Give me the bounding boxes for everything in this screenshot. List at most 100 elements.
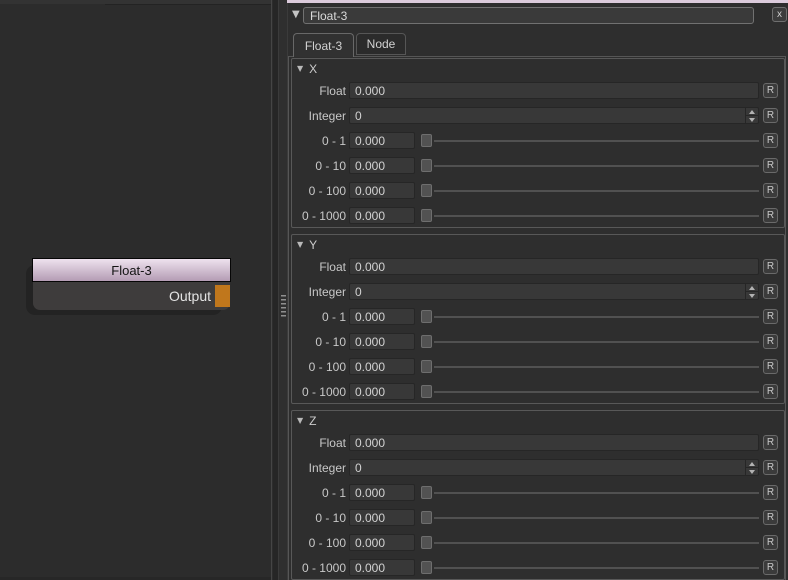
spinner-up-icon[interactable] xyxy=(746,460,758,467)
section-x-header[interactable]: ▼ X xyxy=(292,59,784,78)
slider-handle[interactable] xyxy=(421,310,432,323)
reset-button[interactable]: R xyxy=(763,133,778,148)
collapse-icon[interactable]: ▼ xyxy=(297,417,303,425)
slider-track[interactable] xyxy=(434,517,759,519)
spinner-down-icon[interactable] xyxy=(746,292,758,299)
reset-button[interactable]: R xyxy=(763,359,778,374)
slider-handle[interactable] xyxy=(421,536,432,549)
slider-value-input[interactable]: 0.000 xyxy=(349,182,415,199)
slider[interactable] xyxy=(421,132,759,149)
slider-value-input[interactable]: 0.000 xyxy=(349,358,415,375)
slider-value-input[interactable]: 0.000 xyxy=(349,132,415,149)
slider-value-input[interactable]: 0.000 xyxy=(349,207,415,224)
integer-label: Integer xyxy=(292,285,346,299)
slider[interactable] xyxy=(421,484,759,501)
reset-button[interactable]: R xyxy=(763,158,778,173)
node-name-input[interactable] xyxy=(303,7,754,24)
node-graph-canvas[interactable]: Float-3 Output xyxy=(0,0,272,580)
slider-handle[interactable] xyxy=(421,335,432,348)
slider-handle[interactable] xyxy=(421,159,432,172)
reset-button[interactable]: R xyxy=(763,384,778,399)
slider-value: 0.000 xyxy=(355,335,385,349)
slider-track[interactable] xyxy=(434,366,759,368)
reset-button[interactable]: R xyxy=(763,435,778,450)
splitter-grip-icon[interactable] xyxy=(281,295,286,318)
spinner-up-icon[interactable] xyxy=(746,284,758,291)
integer-input[interactable]: 0 xyxy=(349,283,759,300)
slider-track[interactable] xyxy=(434,492,759,494)
reset-button[interactable]: R xyxy=(763,183,778,198)
slider[interactable] xyxy=(421,534,759,551)
section-y-header[interactable]: ▼ Y xyxy=(292,235,784,254)
slider-track[interactable] xyxy=(434,542,759,544)
integer-input[interactable]: 0 xyxy=(349,459,759,476)
reset-button[interactable]: R xyxy=(763,108,778,123)
slider-value-input[interactable]: 0.000 xyxy=(349,308,415,325)
node-title-bar[interactable]: Float-3 xyxy=(32,258,231,282)
slider-track[interactable] xyxy=(434,341,759,343)
reset-button[interactable]: R xyxy=(763,510,778,525)
slider-track[interactable] xyxy=(434,567,759,569)
slider[interactable] xyxy=(421,559,759,576)
collapse-icon[interactable]: ▼ xyxy=(297,65,303,73)
reset-button[interactable]: R xyxy=(763,334,778,349)
slider[interactable] xyxy=(421,157,759,174)
float-input[interactable]: 0.000 xyxy=(349,258,759,275)
collapse-icon[interactable]: ▼ xyxy=(297,241,303,249)
integer-input[interactable]: 0 xyxy=(349,107,759,124)
slider-track[interactable] xyxy=(434,190,759,192)
spinner-up-icon[interactable] xyxy=(746,108,758,115)
slider-value-input[interactable]: 0.000 xyxy=(349,333,415,350)
slider-track[interactable] xyxy=(434,215,759,217)
slider-value-input[interactable]: 0.000 xyxy=(349,559,415,576)
tab-node[interactable]: Node xyxy=(356,33,406,55)
reset-button[interactable]: R xyxy=(763,535,778,550)
float-input[interactable]: 0.000 xyxy=(349,82,759,99)
output-port[interactable] xyxy=(215,285,230,307)
slider-value: 0.000 xyxy=(355,159,385,173)
slider-handle[interactable] xyxy=(421,385,432,398)
slider-value-input[interactable]: 0.000 xyxy=(349,509,415,526)
float-input[interactable]: 0.000 xyxy=(349,434,759,451)
reset-button[interactable]: R xyxy=(763,460,778,475)
slider-handle[interactable] xyxy=(421,511,432,524)
slider-handle[interactable] xyxy=(421,134,432,147)
panel-collapse-icon[interactable]: ▼ xyxy=(292,10,300,20)
slider-value-input[interactable]: 0.000 xyxy=(349,383,415,400)
spinner-down-icon[interactable] xyxy=(746,116,758,123)
node-output-row[interactable]: Output xyxy=(33,282,230,310)
slider-track[interactable] xyxy=(434,316,759,318)
slider[interactable] xyxy=(421,308,759,325)
slider[interactable] xyxy=(421,358,759,375)
slider-handle[interactable] xyxy=(421,360,432,373)
section-y: ▼ Y Float 0.000 R Integer 0 xyxy=(291,234,785,404)
slider-handle[interactable] xyxy=(421,561,432,574)
reset-button[interactable]: R xyxy=(763,560,778,575)
slider[interactable] xyxy=(421,509,759,526)
close-button[interactable]: x xyxy=(772,7,787,22)
slider-handle[interactable] xyxy=(421,184,432,197)
slider-track[interactable] xyxy=(434,165,759,167)
slider-track[interactable] xyxy=(434,391,759,393)
slider[interactable] xyxy=(421,333,759,350)
slider-handle[interactable] xyxy=(421,209,432,222)
reset-button[interactable]: R xyxy=(763,309,778,324)
tab-float-3[interactable]: Float-3 xyxy=(293,33,354,57)
splitter[interactable] xyxy=(278,0,288,580)
slider[interactable] xyxy=(421,383,759,400)
reset-button[interactable]: R xyxy=(763,83,778,98)
slider[interactable] xyxy=(421,182,759,199)
slider-value: 0.000 xyxy=(355,310,385,324)
slider-track[interactable] xyxy=(434,140,759,142)
slider-value-input[interactable]: 0.000 xyxy=(349,157,415,174)
reset-button[interactable]: R xyxy=(763,259,778,274)
section-z-header[interactable]: ▼ Z xyxy=(292,411,784,430)
slider-handle[interactable] xyxy=(421,486,432,499)
reset-button[interactable]: R xyxy=(763,208,778,223)
slider[interactable] xyxy=(421,207,759,224)
reset-button[interactable]: R xyxy=(763,485,778,500)
slider-value-input[interactable]: 0.000 xyxy=(349,534,415,551)
slider-value-input[interactable]: 0.000 xyxy=(349,484,415,501)
spinner-down-icon[interactable] xyxy=(746,468,758,475)
reset-button[interactable]: R xyxy=(763,284,778,299)
